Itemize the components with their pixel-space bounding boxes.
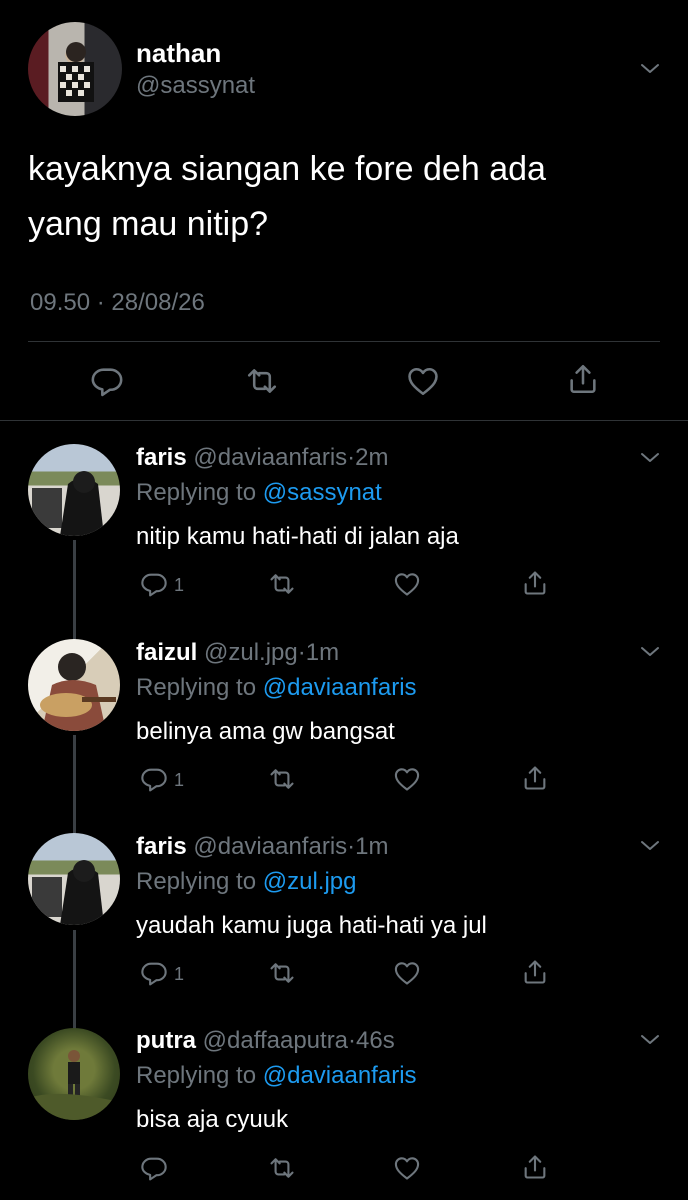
share-icon[interactable] (521, 569, 549, 597)
reply-count: 1 (174, 964, 185, 984)
replying-to: Replying to @sassynat (136, 479, 382, 507)
replying-to-link[interactable]: @daviaanfaris (263, 1062, 417, 1089)
reply-time: 1m (305, 639, 340, 666)
author-name[interactable]: nathan (136, 38, 221, 69)
replying-to-label: Replying to (136, 1062, 257, 1089)
reply-header: faris @daviaanfaris·1m (136, 833, 389, 861)
replying-to-link[interactable]: @sassynat (263, 479, 382, 506)
replying-to: Replying to @daviaanfaris (136, 1062, 417, 1090)
author-handle[interactable]: @zul.jpg (204, 639, 298, 666)
separator: · (297, 639, 306, 666)
retweet-icon[interactable] (268, 765, 296, 793)
chevron-down-icon[interactable] (638, 446, 662, 470)
retweet-icon[interactable] (245, 364, 279, 398)
share-icon[interactable] (521, 764, 549, 792)
author-name[interactable]: faris (136, 444, 187, 471)
share-icon[interactable] (521, 958, 549, 986)
heart-icon[interactable] (393, 570, 421, 598)
reply-count: 1 (174, 770, 185, 790)
chevron-down-icon[interactable] (638, 834, 662, 858)
tweet-date: 28/08/26 (111, 289, 205, 316)
replying-to: Replying to @zul.jpg (136, 868, 357, 896)
thread-line (73, 540, 76, 640)
chevron-down-icon[interactable] (638, 640, 662, 664)
avatar[interactable] (28, 444, 120, 536)
tweet-time: 09.50 (30, 289, 91, 316)
author-name[interactable]: faizul (136, 639, 197, 666)
reply-text: bisa aja cyuuk (136, 1106, 289, 1133)
separator: · (347, 833, 356, 860)
replying-to-label: Replying to (136, 674, 257, 701)
avatar[interactable] (28, 22, 122, 116)
heart-icon[interactable] (393, 959, 421, 987)
avatar[interactable] (28, 639, 120, 731)
reply-header: faizul @zul.jpg·1m (136, 639, 339, 667)
reply-text: yaudah kamu juga hati-hati ya jul (136, 912, 487, 939)
thread-line (73, 735, 76, 835)
chevron-down-icon[interactable] (638, 1028, 662, 1052)
retweet-icon[interactable] (268, 570, 296, 598)
replying-to-label: Replying to (136, 479, 257, 506)
avatar[interactable] (28, 833, 120, 925)
avatar[interactable] (28, 1028, 120, 1120)
divider (28, 341, 660, 342)
heart-icon[interactable] (393, 1154, 421, 1182)
heart-icon[interactable] (406, 364, 440, 398)
heart-icon[interactable] (393, 765, 421, 793)
reply-time: 1m (355, 833, 389, 860)
replying-to-label: Replying to (136, 868, 257, 895)
tweet-text-line-1: kayaknya siangan ke fore deh ada (28, 150, 546, 188)
replying-to: Replying to @daviaanfaris (136, 674, 417, 702)
reply-header: putra @daffaaputra·46s (136, 1027, 395, 1055)
separator: · (96, 289, 105, 316)
tweet-timestamp: 09.50 · 28/08/26 (30, 289, 205, 317)
author-name[interactable]: putra (136, 1027, 196, 1054)
reply-time: 2m (355, 444, 389, 471)
reply-icon[interactable] (140, 1154, 168, 1182)
reply-text: belinya ama gw bangsat (136, 718, 395, 745)
reply-icon[interactable] (140, 765, 168, 793)
reply-icon[interactable] (140, 959, 168, 987)
chevron-down-icon[interactable] (638, 57, 662, 81)
reply-icon[interactable] (140, 570, 168, 598)
author-name[interactable]: faris (136, 833, 187, 860)
replying-to-link[interactable]: @zul.jpg (263, 868, 357, 895)
reply-count: 1 (174, 575, 185, 595)
separator: · (347, 444, 356, 471)
thread-line (73, 930, 76, 1030)
author-handle[interactable]: @daviaanfaris (193, 444, 347, 471)
retweet-icon[interactable] (268, 1154, 296, 1182)
author-handle[interactable]: @daffaaputra (203, 1027, 348, 1054)
reply-text: nitip kamu hati-hati di jalan aja (136, 523, 459, 550)
share-icon[interactable] (566, 362, 600, 396)
reply-icon[interactable] (90, 364, 124, 398)
retweet-icon[interactable] (268, 959, 296, 987)
reply-header: faris @daviaanfaris·2m (136, 444, 389, 472)
replying-to-link[interactable]: @daviaanfaris (263, 674, 417, 701)
author-handle[interactable]: @daviaanfaris (193, 833, 347, 860)
separator: · (348, 1027, 357, 1054)
divider (0, 420, 688, 421)
reply-time: 46s (356, 1027, 395, 1054)
author-handle[interactable]: @sassynat (136, 72, 255, 100)
tweet-text-line-2: yang mau nitip? (28, 205, 269, 243)
share-icon[interactable] (521, 1153, 549, 1181)
